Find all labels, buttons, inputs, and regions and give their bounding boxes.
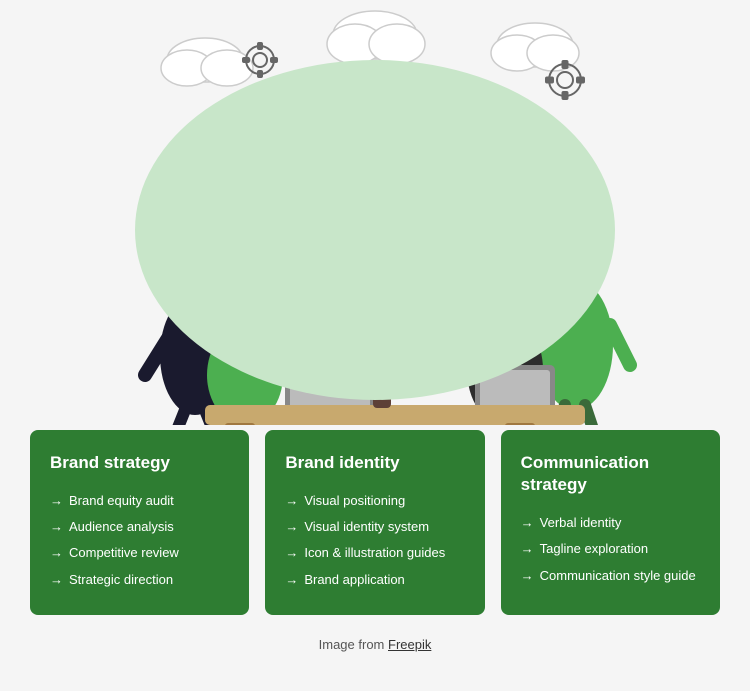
list-item: Visual positioning <box>285 488 464 514</box>
list-item: Visual identity system <box>285 514 464 540</box>
cloud-center <box>327 11 425 64</box>
list-item: Icon & illustration guides <box>285 540 464 566</box>
page-wrapper: CSS </> C++ PHP <box>0 0 750 660</box>
communication-strategy-card: Communication strategy Verbal identity T… <box>501 430 720 615</box>
footer: Image from Freepik <box>0 625 750 660</box>
freepik-link[interactable]: Freepik <box>388 637 431 652</box>
list-item: Competitive review <box>50 540 229 566</box>
illustration-area: CSS </> C++ PHP <box>0 0 750 430</box>
communication-strategy-list: Verbal identity Tagline exploration Comm… <box>521 510 700 589</box>
footer-text: Image from <box>319 637 388 652</box>
list-item: Brand equity audit <box>50 488 229 514</box>
list-item: Communication style guide <box>521 563 700 589</box>
list-item: Audience analysis <box>50 514 229 540</box>
cards-area: Brand strategy Brand equity audit Audien… <box>0 430 750 625</box>
communication-strategy-title: Communication strategy <box>521 452 700 496</box>
list-item: Verbal identity <box>521 510 700 536</box>
brand-identity-list: Visual positioning Visual identity syste… <box>285 488 464 593</box>
list-item: Strategic direction <box>50 567 229 593</box>
list-item: Tagline exploration <box>521 536 700 562</box>
green-blob <box>135 60 615 400</box>
brand-strategy-card: Brand strategy Brand equity audit Audien… <box>30 430 249 615</box>
brand-identity-title: Brand identity <box>285 452 464 474</box>
cloud-left <box>161 38 253 86</box>
list-item: Brand application <box>285 567 464 593</box>
brand-identity-card: Brand identity Visual positioning Visual… <box>265 430 484 615</box>
brand-strategy-title: Brand strategy <box>50 452 229 474</box>
brand-strategy-list: Brand equity audit Audience analysis Com… <box>50 488 229 593</box>
